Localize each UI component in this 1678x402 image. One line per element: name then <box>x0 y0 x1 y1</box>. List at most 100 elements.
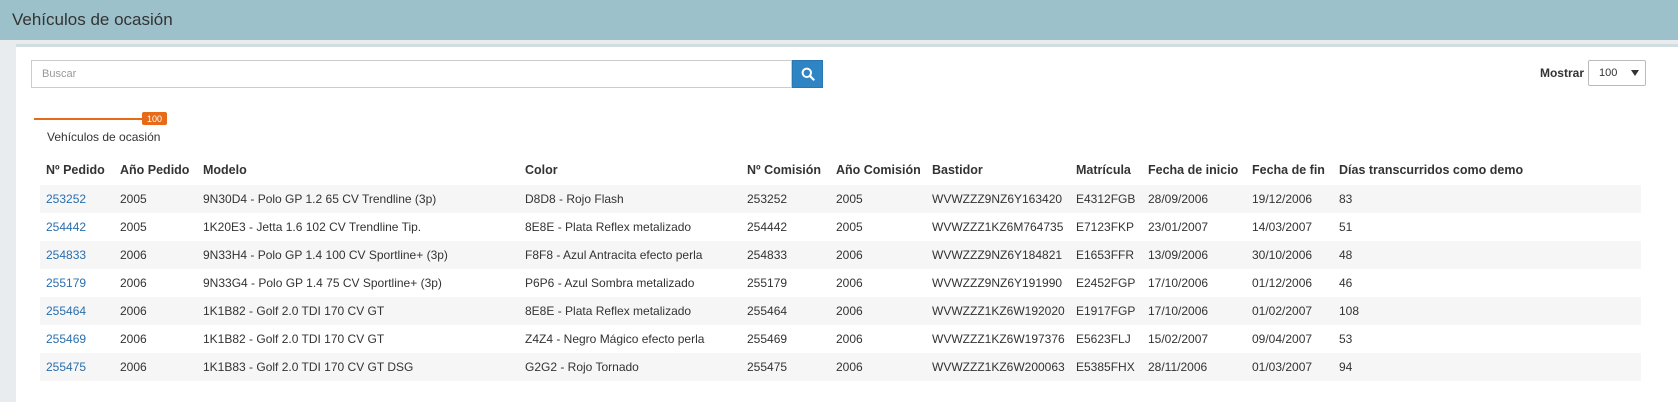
order-link[interactable]: 255469 <box>46 332 86 346</box>
dias-demo-cell: 46 <box>1339 276 1353 290</box>
search-input[interactable] <box>31 60 792 88</box>
page-size-value: 100 <box>1599 67 1618 79</box>
caret-down-icon <box>1631 70 1639 76</box>
color-cell: 8E8E - Plata Reflex metalizado <box>525 220 692 234</box>
modelo-cell: 1K1B82 - Golf 2.0 TDI 170 CV GT <box>203 332 385 346</box>
num-comision-cell: 255464 <box>747 304 788 318</box>
matricula-cell: E1917FGP <box>1076 304 1136 318</box>
column-header-ano-pedido[interactable]: Año Pedido <box>114 155 197 185</box>
matricula-cell: E5385FHX <box>1076 360 1135 374</box>
modelo-cell: 9N30D4 - Polo GP 1.2 65 CV Trendline (3p… <box>203 192 437 206</box>
fecha-inicio-cell: 17/10/2006 <box>1148 304 1209 318</box>
fecha-inicio-cell: 13/09/2006 <box>1148 248 1209 262</box>
tab-bar: 100 Vehículos de ocasión <box>16 107 1678 151</box>
table-body: 253252 2005 9N30D4 - Polo GP 1.2 65 CV Tre… <box>40 185 1641 381</box>
table-row[interactable]: 253252 2005 9N30D4 - Polo GP 1.2 65 CV Tre… <box>40 185 1641 213</box>
color-cell: Z4Z4 - Negro Mágico efecto perla <box>525 332 705 346</box>
table-row[interactable]: 255179 2006 9N33G4 - Polo GP 1.4 75 CV Spo… <box>40 269 1641 297</box>
bastidor-cell: WVWZZZ1KZ6M764735 <box>932 220 1064 234</box>
modelo-cell: 1K1B83 - Golf 2.0 TDI 170 CV GT DSG <box>203 360 414 374</box>
dias-demo-cell: 108 <box>1339 304 1360 318</box>
dias-demo-cell: 83 <box>1339 192 1353 206</box>
content-panel: Mostrar 100 100 Vehículos de ocasión Nº … <box>16 44 1678 402</box>
ano-comision-cell: 2005 <box>836 192 863 206</box>
column-header-dias-demo[interactable]: Días transcurridos como demo <box>1333 155 1641 185</box>
ano-comision-cell: 2006 <box>836 332 863 346</box>
table-row[interactable]: 255475 2006 1K1B83 - Golf 2.0 TDI 170 CV G… <box>40 353 1641 381</box>
matricula-cell: E2452FGP <box>1076 276 1136 290</box>
fecha-fin-cell: 30/10/2006 <box>1252 248 1313 262</box>
column-header-fecha-inicio[interactable]: Fecha de inicio <box>1142 155 1246 185</box>
toolbar: Mostrar 100 <box>16 47 1678 107</box>
color-cell: F8F8 - Azul Antracita efecto perla <box>525 248 703 262</box>
column-header-color[interactable]: Color <box>519 155 741 185</box>
num-pedido-cell: 253252 <box>40 185 114 213</box>
table-header-row: Nº Pedido Año Pedido Modelo Color Nº Comisió… <box>40 155 1641 185</box>
fecha-fin-cell: 01/12/2006 <box>1252 276 1313 290</box>
num-comision-cell: 254833 <box>747 248 788 262</box>
modelo-cell: 1K1B82 - Golf 2.0 TDI 170 CV GT <box>203 304 385 318</box>
color-cell: G2G2 - Rojo Tornado <box>525 360 639 374</box>
tab-active-indicator <box>34 118 149 120</box>
ano-pedido-cell: 2006 <box>120 304 147 318</box>
fecha-fin-cell: 01/03/2007 <box>1252 360 1313 374</box>
num-pedido-cell: 254442 <box>40 213 114 241</box>
column-header-ano-comision[interactable]: Año Comisión <box>830 155 926 185</box>
bastidor-cell: WVWZZZ1KZ6W197376 <box>932 332 1065 346</box>
fecha-fin-cell: 19/12/2006 <box>1252 192 1313 206</box>
matricula-cell: E7123FKP <box>1076 220 1135 234</box>
column-header-num-pedido[interactable]: Nº Pedido <box>40 155 114 185</box>
dias-demo-cell: 51 <box>1339 220 1353 234</box>
num-pedido-cell: 254833 <box>40 241 114 269</box>
column-header-bastidor[interactable]: Bastidor <box>926 155 1070 185</box>
num-pedido-cell: 255469 <box>40 325 114 353</box>
page-size-select[interactable]: 100 <box>1588 60 1646 86</box>
num-comision-cell: 255469 <box>747 332 788 346</box>
num-comision-cell: 253252 <box>747 192 788 206</box>
column-header-num-comision[interactable]: Nº Comisión <box>741 155 830 185</box>
column-header-matricula[interactable]: Matrícula <box>1070 155 1142 185</box>
tab-vehiculos-ocasion[interactable]: Vehículos de ocasión <box>47 130 160 144</box>
bastidor-cell: WVWZZZ9NZ6Y163420 <box>932 192 1063 206</box>
fecha-inicio-cell: 17/10/2006 <box>1148 276 1209 290</box>
search-icon <box>801 67 815 81</box>
column-header-modelo[interactable]: Modelo <box>197 155 519 185</box>
tab-count-badge: 100 <box>142 112 168 125</box>
ano-comision-cell: 2005 <box>836 220 863 234</box>
bastidor-cell: WVWZZZ9NZ6Y184821 <box>932 248 1063 262</box>
search-button[interactable] <box>792 60 823 88</box>
fecha-inicio-cell: 28/11/2006 <box>1148 360 1208 374</box>
num-pedido-cell: 255475 <box>40 353 114 381</box>
matricula-cell: E5623FLJ <box>1076 332 1131 346</box>
order-link[interactable]: 255179 <box>46 276 86 290</box>
fecha-inicio-cell: 28/09/2006 <box>1148 192 1209 206</box>
order-link[interactable]: 254442 <box>46 220 86 234</box>
matricula-cell: E1653FFR <box>1076 248 1135 262</box>
ano-pedido-cell: 2005 <box>120 192 147 206</box>
ano-pedido-cell: 2006 <box>120 360 147 374</box>
fecha-inicio-cell: 23/01/2007 <box>1148 220 1209 234</box>
order-link[interactable]: 255475 <box>46 360 86 374</box>
bastidor-cell: WVWZZZ1KZ6W192020 <box>932 304 1065 318</box>
color-cell: D8D8 - Rojo Flash <box>525 192 624 206</box>
modelo-cell: 1K20E3 - Jetta 1.6 102 CV Trendline Tip. <box>203 220 422 234</box>
table-row[interactable]: 254833 2006 9N33H4 - Polo GP 1.4 100 CV Sp… <box>40 241 1641 269</box>
table-row[interactable]: 254442 2005 1K20E3 - Jetta 1.6 102 CV Tren… <box>40 213 1641 241</box>
num-comision-cell: 255475 <box>747 360 788 374</box>
dias-demo-cell: 94 <box>1339 360 1353 374</box>
page-title: Vehículos de ocasión <box>12 10 173 29</box>
color-cell: 8E8E - Plata Reflex metalizado <box>525 304 692 318</box>
fecha-inicio-cell: 15/02/2007 <box>1148 332 1209 346</box>
column-header-fecha-fin[interactable]: Fecha de fin <box>1246 155 1333 185</box>
table-row[interactable]: 255469 2006 1K1B82 - Golf 2.0 TDI 170 CV G… <box>40 325 1641 353</box>
table-row[interactable]: 255464 2006 1K1B82 - Golf 2.0 TDI 170 CV G… <box>40 297 1641 325</box>
order-link[interactable]: 255464 <box>46 304 86 318</box>
fecha-fin-cell: 01/02/2007 <box>1252 304 1313 318</box>
ano-comision-cell: 2006 <box>836 360 863 374</box>
show-label: Mostrar <box>1539 66 1584 80</box>
color-cell: P6P6 - Azul Sombra metalizado <box>525 276 695 290</box>
num-comision-cell: 254442 <box>747 220 788 234</box>
order-link[interactable]: 254833 <box>46 248 86 262</box>
page-header: Vehículos de ocasión <box>0 0 1678 40</box>
order-link[interactable]: 253252 <box>46 192 86 206</box>
